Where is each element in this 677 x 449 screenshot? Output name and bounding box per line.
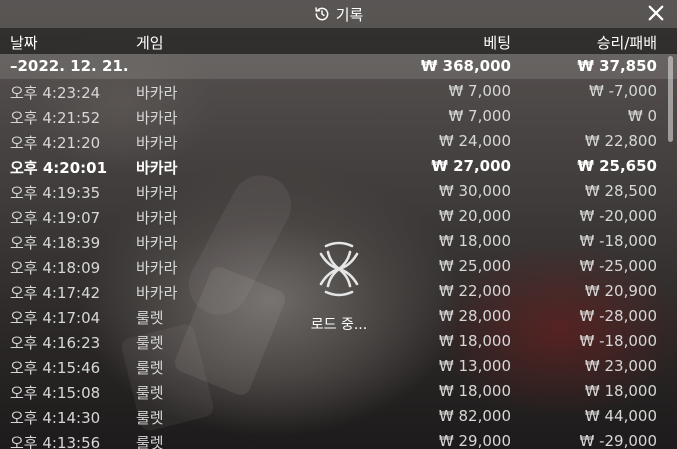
row-win-loss: ₩ 28,500 [584, 182, 657, 200]
row-game: 룰렛 [136, 384, 164, 402]
scrollbar-thumb[interactable] [668, 56, 673, 142]
row-win-loss: ₩ 20,900 [584, 282, 657, 300]
row-game: 룰렛 [136, 359, 164, 377]
row-win-loss: ₩ -20,000 [579, 207, 658, 225]
row-game: 바카라 [136, 259, 178, 277]
column-header-win-loss: 승리/패배 [596, 34, 657, 52]
column-header-bet: 베팅 [483, 34, 511, 52]
row-time: 오후 4:18:09 [10, 259, 101, 277]
row-game: 룰렛 [136, 309, 164, 327]
row-time: 오후 4:14:30 [10, 409, 101, 427]
row-win-loss: ₩ 0 [627, 107, 657, 125]
row-bet: ₩ 82,000 [438, 407, 511, 425]
table-row[interactable]: 오후 4:13:56 룰렛 ₩ 29,000 ₩ -29,000 [0, 429, 677, 449]
history-title: 기록 [0, 0, 677, 28]
row-win-loss: ₩ -28,000 [579, 307, 658, 325]
row-time: 오후 4:19:07 [10, 209, 101, 227]
table-row[interactable]: 오후 4:21:52 바카라 ₩ 7,000 ₩ 0 [0, 104, 677, 129]
row-bet: ₩ 25,000 [438, 257, 511, 275]
row-time: 오후 4:15:08 [10, 384, 101, 402]
table-row[interactable]: 오후 4:19:07 바카라 ₩ 20,000 ₩ -20,000 [0, 204, 677, 229]
loading-indicator: 로드 중... [300, 236, 378, 334]
table-row[interactable]: 오후 4:23:24 바카라 ₩ 7,000 ₩ -7,000 [0, 79, 677, 104]
summary-date: –2022. 12. 21. [10, 57, 129, 75]
row-game: 바카라 [136, 184, 178, 202]
history-icon [314, 7, 329, 21]
row-game: 룰렛 [136, 409, 164, 427]
close-icon [648, 5, 664, 21]
row-time: 오후 4:21:52 [10, 109, 101, 127]
row-bet: ₩ 18,000 [438, 332, 511, 350]
column-header-row: 날짜 게임 베팅 승리/패배 [0, 28, 677, 54]
row-bet: ₩ 20,000 [438, 207, 511, 225]
row-win-loss: ₩ -18,000 [579, 332, 658, 350]
row-bet: ₩ 22,000 [438, 282, 511, 300]
row-bet: ₩ 27,000 [431, 157, 511, 175]
row-time: 오후 4:21:20 [10, 134, 101, 152]
row-game: 바카라 [136, 159, 178, 177]
table-row-selected[interactable]: 오후 4:20:01 바카라 ₩ 27,000 ₩ 25,650 [0, 154, 677, 179]
history-screen: 기록 날짜 게임 베팅 승리/패배 –2022. 12. 21. ₩ 368,0… [0, 0, 677, 449]
row-game: 바카라 [136, 234, 178, 252]
column-header-game: 게임 [136, 34, 164, 52]
row-game: 바카라 [136, 209, 178, 227]
close-button[interactable] [645, 2, 667, 24]
row-win-loss: ₩ -29,000 [579, 432, 658, 449]
history-header: 기록 [0, 0, 677, 28]
row-time: 오후 4:20:01 [10, 159, 108, 177]
row-time: 오후 4:17:04 [10, 309, 101, 327]
row-time: 오후 4:16:23 [10, 334, 101, 352]
row-win-loss: ₩ -7,000 [589, 82, 657, 100]
row-game: 바카라 [136, 134, 178, 152]
row-win-loss: ₩ 44,000 [584, 407, 657, 425]
row-win-loss: ₩ -18,000 [579, 232, 658, 250]
row-time: 오후 4:13:56 [10, 434, 101, 449]
row-bet: ₩ 24,000 [438, 132, 511, 150]
row-time: 오후 4:17:42 [10, 284, 101, 302]
row-win-loss: ₩ 23,000 [584, 357, 657, 375]
summary-win-loss: ₩ 37,850 [577, 57, 657, 75]
row-bet: ₩ 13,000 [438, 357, 511, 375]
row-bet: ₩ 29,000 [438, 432, 511, 449]
row-bet: ₩ 18,000 [438, 232, 511, 250]
column-header-date: 날짜 [10, 34, 38, 52]
row-bet: ₩ 18,000 [438, 382, 511, 400]
summary-bet: ₩ 368,000 [420, 57, 511, 75]
date-summary-row[interactable]: –2022. 12. 21. ₩ 368,000 ₩ 37,850 [0, 54, 677, 79]
row-bet: ₩ 7,000 [448, 82, 511, 100]
row-bet: ₩ 7,000 [448, 107, 511, 125]
row-win-loss: ₩ 25,650 [577, 157, 657, 175]
loading-text: 로드 중... [310, 317, 368, 333]
row-game: 바카라 [136, 84, 178, 102]
row-bet: ₩ 28,000 [438, 307, 511, 325]
history-title-text: 기록 [335, 5, 364, 24]
row-time: 오후 4:19:35 [10, 184, 101, 202]
row-game: 바카라 [136, 109, 178, 127]
row-time: 오후 4:18:39 [10, 234, 101, 252]
row-game: 룰렛 [136, 434, 164, 449]
table-row[interactable]: 오후 4:21:20 바카라 ₩ 24,000 ₩ 22,800 [0, 129, 677, 154]
row-time: 오후 4:23:24 [10, 84, 101, 102]
row-time: 오후 4:15:46 [10, 359, 101, 377]
row-bet: ₩ 30,000 [438, 182, 511, 200]
table-row[interactable]: 오후 4:15:46 룰렛 ₩ 13,000 ₩ 23,000 [0, 354, 677, 379]
table-row[interactable]: 오후 4:14:30 룰렛 ₩ 82,000 ₩ 44,000 [0, 404, 677, 429]
row-win-loss: ₩ 18,000 [584, 382, 657, 400]
table-row[interactable]: 오후 4:19:35 바카라 ₩ 30,000 ₩ 28,500 [0, 179, 677, 204]
loading-spinner-icon [319, 241, 359, 297]
row-win-loss: ₩ -25,000 [579, 257, 658, 275]
table-row[interactable]: 오후 4:15:08 룰렛 ₩ 18,000 ₩ 18,000 [0, 379, 677, 404]
row-win-loss: ₩ 22,800 [584, 132, 657, 150]
row-game: 바카라 [136, 284, 178, 302]
row-game: 룰렛 [136, 334, 164, 352]
